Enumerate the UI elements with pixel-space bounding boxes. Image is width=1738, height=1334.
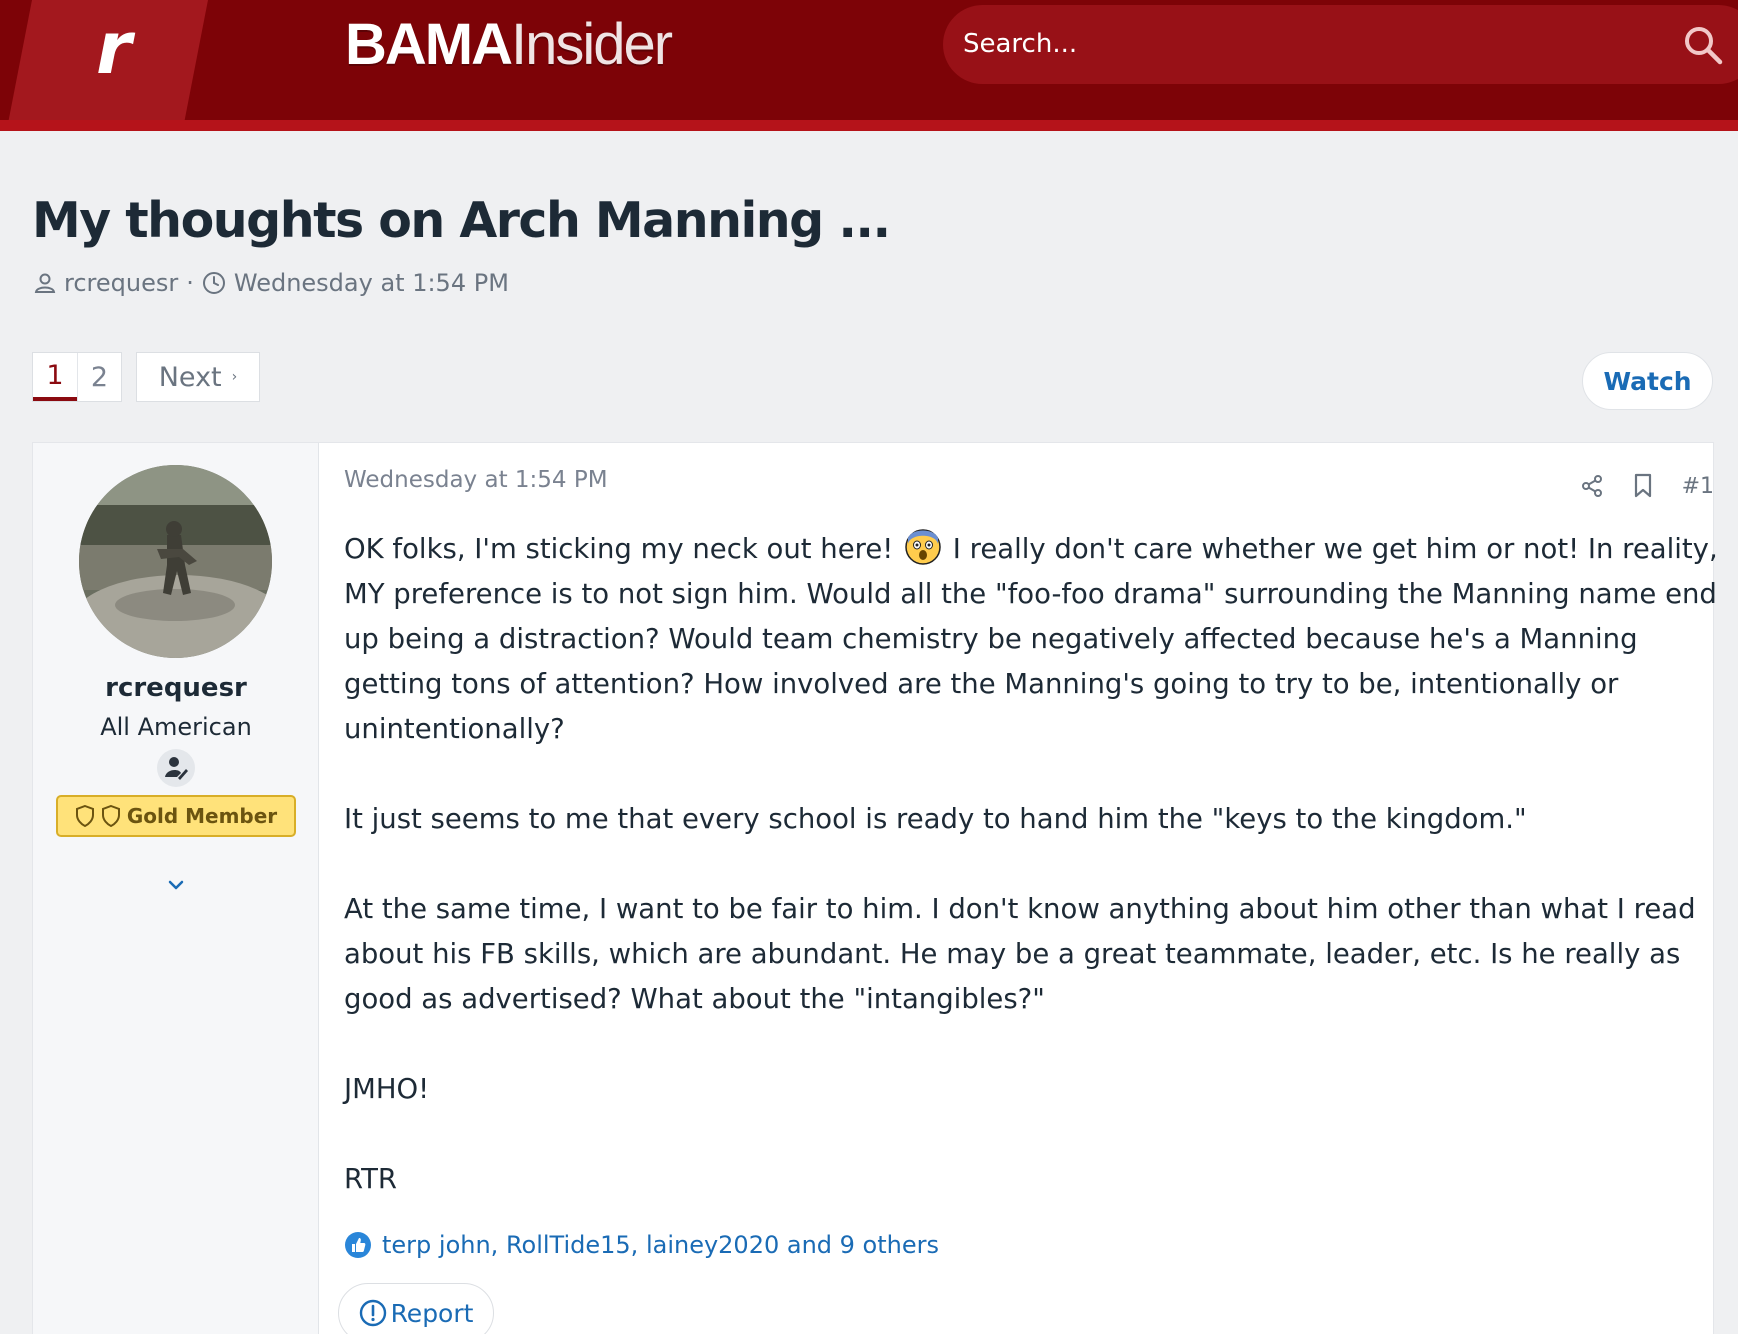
page-2-link[interactable]: 2 bbox=[77, 353, 121, 401]
post-body: OK folks, I'm sticking my neck out here!… bbox=[344, 527, 1719, 1202]
gold-member-badge: Gold Member bbox=[56, 795, 296, 837]
caret-right-icon: › bbox=[231, 369, 238, 385]
meta-separator: · bbox=[186, 269, 194, 297]
thread-meta: rcrequesr · Wednesday at 1:54 PM bbox=[34, 266, 509, 300]
thread-author-link[interactable]: rcrequesr bbox=[64, 269, 178, 297]
site-brand[interactable]: BAMAInsider bbox=[345, 10, 673, 80]
search-input[interactable] bbox=[963, 19, 1603, 69]
reactions-bar: terp john, RollTide15, lainey2020 and 9 … bbox=[344, 1225, 939, 1265]
site-header: r BAMAInsider bbox=[0, 0, 1738, 131]
report-button[interactable]: Report bbox=[338, 1283, 494, 1334]
post-paragraph: RTR bbox=[344, 1163, 398, 1195]
share-icon[interactable] bbox=[1580, 474, 1604, 498]
post-user-panel: rcrequesr All American Gold Member bbox=[33, 443, 319, 1334]
post-message: rcrequesr All American Gold Member Wedne… bbox=[32, 442, 1718, 1334]
post-date-link[interactable]: Wednesday at 1:54 PM bbox=[344, 467, 608, 493]
user-title: All American bbox=[100, 713, 252, 741]
clock-icon bbox=[202, 272, 225, 294]
pen-icon bbox=[165, 757, 188, 780]
shocked-emoji-icon bbox=[905, 529, 941, 565]
paragraph-text: OK folks, I'm sticking my neck out here! bbox=[344, 533, 903, 565]
next-label: Next bbox=[158, 361, 222, 393]
next-page-button[interactable]: Next › bbox=[136, 352, 260, 402]
post-username[interactable]: rcrequesr bbox=[33, 673, 319, 703]
post-paragraph: OK folks, I'm sticking my neck out here!… bbox=[344, 527, 1719, 752]
user-icon bbox=[34, 273, 56, 293]
post-content: Wednesday at 1:54 PM #1 OK folks, I'm st… bbox=[338, 443, 1718, 1334]
pagination: 1 2 Next › bbox=[32, 352, 260, 402]
post-paragraph: At the same time, I want to be fair to h… bbox=[344, 893, 1696, 1015]
post-number-link[interactable]: #1 bbox=[1682, 474, 1714, 499]
report-label: Report bbox=[390, 1298, 474, 1328]
page-numbers: 1 2 bbox=[32, 352, 122, 402]
like-icon bbox=[345, 1232, 371, 1258]
post-actions: #1 bbox=[1580, 471, 1714, 501]
search-bar bbox=[943, 5, 1738, 84]
brand-light: Insider bbox=[510, 12, 673, 77]
avatar[interactable] bbox=[79, 465, 272, 658]
shield-icon bbox=[101, 805, 120, 827]
badge-label: Gold Member bbox=[126, 804, 278, 828]
alert-icon bbox=[359, 1299, 386, 1327]
watch-button[interactable]: Watch bbox=[1582, 352, 1713, 410]
poster-badge bbox=[157, 749, 195, 787]
post-paragraph: JMHO! bbox=[344, 1073, 430, 1105]
bookmark-icon[interactable] bbox=[1632, 473, 1654, 499]
chevron-down-icon[interactable] bbox=[164, 873, 188, 897]
brand-bold: BAMA bbox=[345, 12, 513, 77]
shield-icon bbox=[75, 805, 94, 827]
thread-date-link[interactable]: Wednesday at 1:54 PM bbox=[234, 269, 509, 297]
avatar-image bbox=[79, 465, 272, 658]
reactions-link[interactable]: terp john, RollTide15, lainey2020 and 9 … bbox=[382, 1231, 939, 1259]
page-1-link[interactable]: 1 bbox=[33, 353, 77, 401]
post-paragraph: It just seems to me that every school is… bbox=[344, 803, 1527, 835]
rivals-logo[interactable]: r bbox=[96, 8, 132, 88]
thread-title: My thoughts on Arch Manning ... bbox=[32, 192, 891, 249]
search-icon[interactable] bbox=[1683, 25, 1723, 65]
